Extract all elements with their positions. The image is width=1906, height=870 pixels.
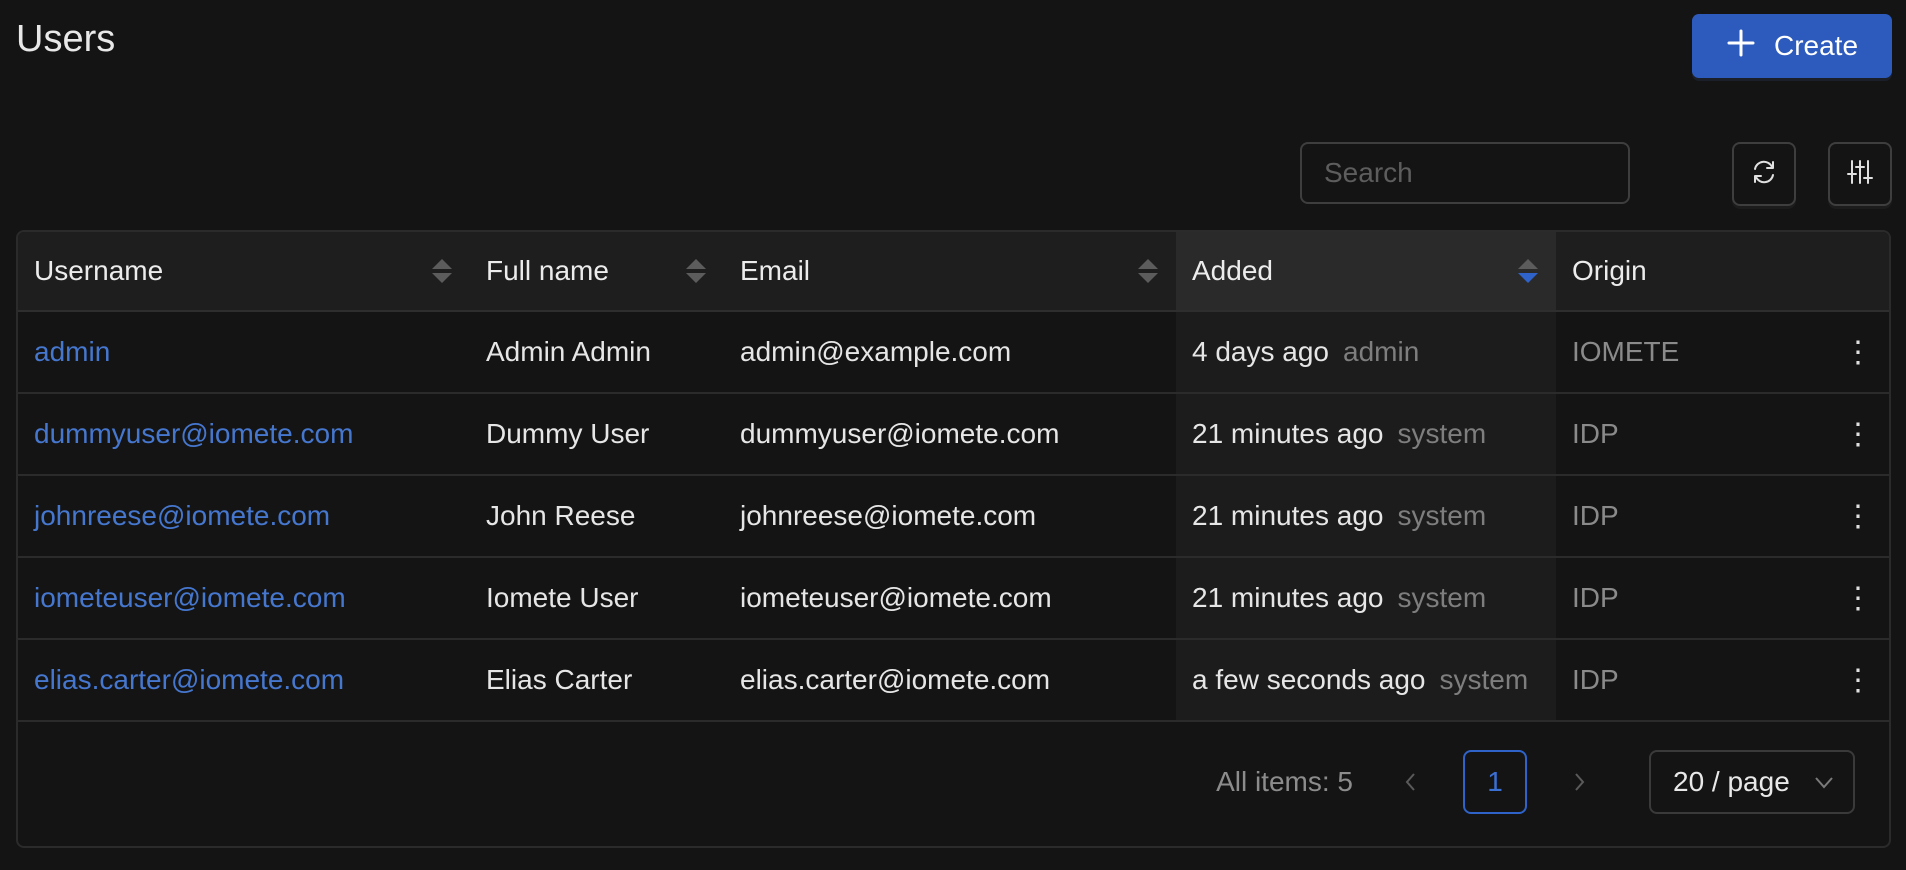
sort-descending-icon[interactable] bbox=[1518, 259, 1538, 283]
column-header-origin: Origin bbox=[1556, 232, 1889, 312]
username-link[interactable]: johnreese@iomete.com bbox=[18, 475, 470, 558]
email-cell: dummyuser@iomete.com bbox=[724, 393, 1176, 476]
origin-cell: IDP bbox=[1556, 557, 1756, 640]
page-title: Users bbox=[16, 18, 116, 60]
chevron-right-icon bbox=[1575, 773, 1585, 791]
refresh-icon bbox=[1749, 157, 1779, 192]
column-header-email[interactable]: Email bbox=[724, 232, 1176, 312]
added-by: system bbox=[1397, 418, 1487, 449]
origin-cell: IDP bbox=[1556, 393, 1756, 476]
prev-page-button[interactable] bbox=[1391, 762, 1431, 802]
search-input[interactable] bbox=[1300, 142, 1630, 204]
added-by: system bbox=[1397, 500, 1487, 531]
username-link[interactable]: elias.carter@iomete.com bbox=[18, 639, 470, 722]
email-cell: admin@example.com bbox=[724, 311, 1176, 394]
origin-cell: IDP bbox=[1556, 475, 1756, 558]
sort-icon[interactable] bbox=[1138, 259, 1158, 283]
added-cell: 4 days ago admin bbox=[1176, 311, 1556, 394]
table-row: admin Admin Admin admin@example.com 4 days … bbox=[18, 311, 1889, 394]
table-row: johnreese@iomete.com John Reese johnreese@… bbox=[18, 475, 1889, 558]
full-name-cell: Elias Carter bbox=[470, 639, 724, 722]
plus-icon bbox=[1726, 28, 1756, 65]
added-time: 21 minutes ago bbox=[1192, 500, 1384, 531]
row-actions-button[interactable]: ⋮ bbox=[1756, 393, 1889, 476]
added-cell: 21 minutes ago system bbox=[1176, 475, 1556, 558]
table-row: iometeuser@iomete.com Iomete User iometeus… bbox=[18, 557, 1889, 640]
added-time: 21 minutes ago bbox=[1192, 582, 1384, 613]
table-header-row: Username Full name Email Added Origin bbox=[18, 232, 1889, 312]
full-name-cell: Dummy User bbox=[470, 393, 724, 476]
added-time: 4 days ago bbox=[1192, 336, 1329, 367]
sort-icon[interactable] bbox=[686, 259, 706, 283]
username-link[interactable]: admin bbox=[18, 311, 470, 394]
added-by: system bbox=[1439, 664, 1529, 695]
row-actions-button[interactable]: ⋮ bbox=[1756, 557, 1889, 640]
table-row: dummyuser@iomete.com Dummy User dummyuser@… bbox=[18, 393, 1889, 476]
sort-icon[interactable] bbox=[432, 259, 452, 283]
more-vertical-icon: ⋮ bbox=[1843, 499, 1874, 533]
added-time: a few seconds ago bbox=[1192, 664, 1426, 695]
more-vertical-icon: ⋮ bbox=[1843, 335, 1874, 369]
row-actions-button[interactable]: ⋮ bbox=[1756, 475, 1889, 558]
next-page-button[interactable] bbox=[1559, 762, 1599, 802]
pagination: All items: 5 1 20 / page bbox=[18, 718, 1889, 846]
email-cell: elias.carter@iomete.com bbox=[724, 639, 1176, 722]
added-by: system bbox=[1397, 582, 1487, 613]
page-size-select[interactable]: 20 / page bbox=[1649, 750, 1855, 814]
total-items: All items: 5 bbox=[1216, 766, 1353, 797]
create-label: Create bbox=[1773, 30, 1859, 61]
full-name-cell: John Reese bbox=[470, 475, 724, 558]
column-settings-button[interactable] bbox=[1828, 142, 1892, 206]
added-by: admin bbox=[1343, 336, 1420, 367]
full-name-cell: Iomete User bbox=[470, 557, 724, 640]
added-cell: 21 minutes ago system bbox=[1176, 393, 1556, 476]
row-actions-button[interactable]: ⋮ bbox=[1756, 311, 1889, 394]
chevron-down-icon bbox=[1815, 777, 1833, 789]
added-cell: a few seconds ago system bbox=[1176, 639, 1556, 722]
row-actions-button[interactable]: ⋮ bbox=[1756, 639, 1889, 722]
page-1-button[interactable]: 1 bbox=[1463, 750, 1527, 814]
added-cell: 21 minutes ago system bbox=[1176, 557, 1556, 640]
email-cell: johnreese@iomete.com bbox=[724, 475, 1176, 558]
more-vertical-icon: ⋮ bbox=[1843, 581, 1874, 615]
chevron-left-icon bbox=[1405, 773, 1415, 791]
origin-cell: IDP bbox=[1556, 639, 1756, 722]
table-row: elias.carter@iomete.com Elias Carter elias… bbox=[18, 639, 1889, 722]
email-cell: iometeuser@iomete.com bbox=[724, 557, 1176, 640]
username-link[interactable]: dummyuser@iomete.com bbox=[18, 393, 470, 476]
refresh-button[interactable] bbox=[1732, 142, 1796, 206]
users-table: Username Full name Email Added Origin ad… bbox=[16, 230, 1891, 848]
added-time: 21 minutes ago bbox=[1192, 418, 1384, 449]
username-link[interactable]: iometeuser@iomete.com bbox=[18, 557, 470, 640]
origin-cell: IOMETE bbox=[1556, 311, 1756, 394]
full-name-cell: Admin Admin bbox=[470, 311, 724, 394]
more-vertical-icon: ⋮ bbox=[1843, 663, 1874, 697]
sliders-icon bbox=[1845, 157, 1875, 192]
more-vertical-icon: ⋮ bbox=[1843, 417, 1874, 451]
column-header-full-name[interactable]: Full name bbox=[470, 232, 724, 312]
column-header-username[interactable]: Username bbox=[18, 232, 470, 312]
create-button[interactable]: Create bbox=[1692, 14, 1892, 78]
column-header-added[interactable]: Added bbox=[1176, 232, 1556, 312]
